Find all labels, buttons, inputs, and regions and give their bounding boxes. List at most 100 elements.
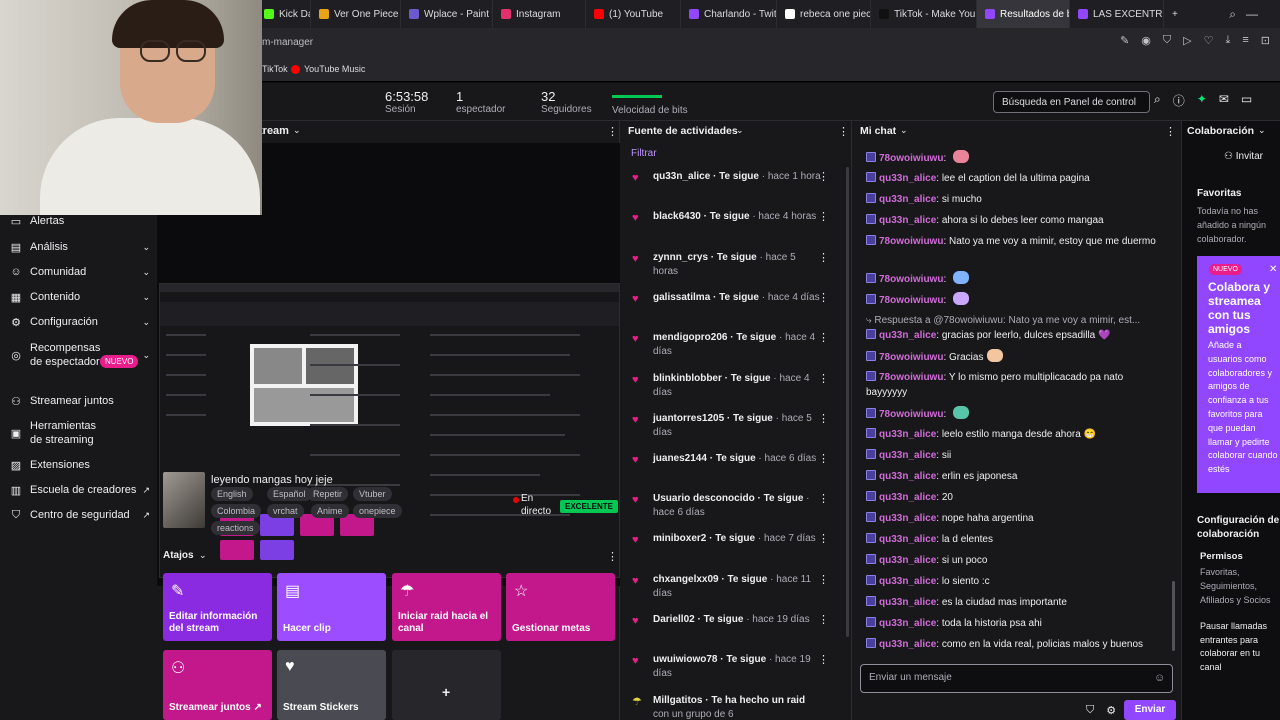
sidebar-item[interactable]: ⚙ Configuración ⌄ [10,315,150,329]
chat-message[interactable]: qu33n_alice: nope haha argentina [866,511,1166,526]
search-icon[interactable]: ⌕ [1154,92,1161,109]
chat-username[interactable]: 78owoiwiuwu [879,274,943,285]
chat-username[interactable]: qu33n_alice [879,597,936,608]
browser-tab[interactable]: (1) YouTube [586,0,681,28]
lock-icon[interactable]: ⊡ [1261,34,1270,47]
more-options-icon[interactable]: ⋮ [818,210,829,224]
chevron-down-icon[interactable]: ⌄ [199,550,207,561]
browser-tab[interactable]: Wplace - Paint the [401,0,493,28]
stream-tag[interactable]: Repetir [307,487,349,501]
whispers-icon[interactable]: ▭ [1241,92,1252,109]
shortcut-button[interactable]: ☆ Gestionar metas [506,573,615,641]
chat-username[interactable]: qu33n_alice [879,618,936,629]
download-icon[interactable]: ⤓ [1225,34,1230,47]
chat-input[interactable]: Enviar un mensaje [860,664,1173,693]
chat-username[interactable]: qu33n_alice [879,471,936,482]
browser-tab[interactable]: Charlando - Twitch [681,0,777,28]
chat-username[interactable]: qu33n_alice [879,450,936,461]
url-text[interactable]: m-manager [262,37,313,48]
shortcut-button[interactable]: ⚇ Streamear juntos ↗ [163,650,272,720]
chat-message[interactable]: 78owoiwiuwu: Y lo mismo pero multiplicac… [866,370,1166,400]
chat-message[interactable]: 78owoiwiuwu: Nato ya me voy a mimir, est… [866,234,1166,249]
chat-message[interactable]: qu33n_alice: lo siento :c [866,574,1166,589]
more-options-icon[interactable]: ⋮ [607,125,618,138]
chat-username[interactable]: 78owoiwiuwu [879,352,943,363]
browser-tab[interactable]: Resultados de búsq [977,0,1070,28]
chat-message[interactable]: qu33n_alice: la d elentes [866,532,1166,547]
stream-tag[interactable]: vrchat [267,504,304,518]
chat-message[interactable]: qu33n_alice: sii [866,448,1166,463]
chat-message[interactable]: qu33n_alice: si mucho [866,192,1166,207]
chevron-down-icon[interactable]: ⌄ [293,125,301,136]
more-options-icon[interactable]: ⋮ [607,550,618,563]
more-options-icon[interactable]: ⋮ [1165,125,1176,138]
heart-icon[interactable]: ♡ [1204,34,1214,47]
chat-username[interactable]: 78owoiwiuwu [879,409,943,420]
menu-icon[interactable]: ≡ [1242,34,1248,47]
filter-button[interactable]: Filtrar [631,148,657,159]
shortcut-button[interactable]: ☂ Iniciar raid hacia el canal [392,573,501,641]
more-options-icon[interactable]: ⋮ [838,125,849,138]
more-options-icon[interactable]: ⋮ [818,251,829,265]
sidebar-item[interactable]: ⛉ Centro de seguridad ↗ [10,508,150,522]
minimize-icon[interactable]: — [1246,7,1258,21]
chat-username[interactable]: qu33n_alice [879,330,936,341]
chat-username[interactable]: qu33n_alice [879,639,936,650]
chat-message[interactable]: qu33n_alice: si un poco [866,553,1166,568]
chat-username[interactable]: qu33n_alice [879,429,936,440]
gear-icon[interactable]: ⚙ [1106,704,1116,717]
edit-icon[interactable]: ✎ [1120,34,1129,47]
chat-username[interactable]: qu33n_alice [879,492,936,503]
stream-tag[interactable]: onepiece [353,504,402,518]
stream-tag[interactable]: English [211,487,253,501]
dashboard-search-input[interactable]: Búsqueda en Panel de control [993,91,1150,113]
browser-tab[interactable]: LAS EXCENTRICAS [1070,0,1164,28]
shortcut-button[interactable]: ♥ Stream Stickers [277,650,386,720]
stream-tag[interactable]: Colombia [211,504,262,518]
chevron-down-icon[interactable]: ⌄ [900,125,908,136]
stream-tag[interactable]: Vtuber [353,487,392,501]
chat-username[interactable]: 78owoiwiuwu [879,236,943,247]
chat-message[interactable]: qu33n_alice: como en la vida real, polic… [866,637,1166,652]
chat-username[interactable]: 78owoiwiuwu [879,295,943,306]
bookmark-tiktok[interactable]: TikTok [262,64,288,74]
chat-message[interactable]: 78owoiwiuwu: [866,271,1166,287]
more-options-icon[interactable]: ⋮ [818,331,829,345]
stream-tag[interactable]: Anime [311,504,349,518]
chat-message[interactable]: 78owoiwiuwu: [866,406,1166,422]
chat-username[interactable]: qu33n_alice [879,513,936,524]
sidebar-item[interactable]: ☺ Comunidad ⌄ [10,265,150,279]
chat-message[interactable]: qu33n_alice: toda la historia psa ahi [866,616,1166,631]
chat-message[interactable]: 78owoiwiuwu: [866,150,1166,166]
camera-icon[interactable]: ◉ [1141,34,1151,47]
play-icon[interactable]: ▷ [1183,34,1191,47]
sidebar-item[interactable]: ▣ Herramientas de streaming [10,419,150,447]
sidebar-item[interactable]: ▤ Análisis ⌄ [10,240,150,254]
help-icon[interactable]: ⓘ [1173,92,1185,109]
emoji-picker-icon[interactable]: ☺ [1154,672,1165,684]
stream-tag[interactable]: Español [267,487,312,501]
invite-button[interactable]: ⚇ Invitar [1224,151,1263,162]
sidebar-item[interactable]: ▨ Extensiones [10,458,150,472]
chat-username[interactable]: qu33n_alice [879,173,936,184]
sidebar-item[interactable]: ⚇ Streamear juntos [10,394,150,408]
chat-message[interactable]: qu33n_alice: erlin es japonesa [866,469,1166,484]
pause-calls-setting[interactable]: Pausar llamadas entrantes para colaborar… [1200,620,1280,674]
shortcut-button[interactable]: ✎ Editar información del stream [163,573,272,641]
chat-message[interactable]: qu33n_alice: ahora si lo debes leer como… [866,213,1166,228]
chat-username[interactable]: qu33n_alice [879,215,936,226]
scrollbar[interactable] [846,167,849,637]
shortcut-button[interactable]: + [392,650,501,720]
browser-tab[interactable]: Ver One Piece Cap [311,0,401,28]
browser-tab[interactable]: Kick Dashb [256,0,311,28]
chat-username[interactable]: 78owoiwiuwu [879,372,943,383]
chat-message[interactable]: qu33n_alice: 20 [866,490,1166,505]
bookmark-youtube-music[interactable]: YouTube Music [291,64,365,74]
more-options-icon[interactable]: ⋮ [818,492,829,506]
more-options-icon[interactable]: ⋮ [818,170,829,184]
chat-username[interactable]: qu33n_alice [879,194,936,205]
sidebar-item[interactable]: ▭ Alertas [10,214,150,228]
chat-username[interactable]: qu33n_alice [879,555,936,566]
send-button[interactable]: Enviar [1124,700,1176,720]
chat-message[interactable]: qu33n_alice: leelo estilo manga desde ah… [866,427,1166,442]
